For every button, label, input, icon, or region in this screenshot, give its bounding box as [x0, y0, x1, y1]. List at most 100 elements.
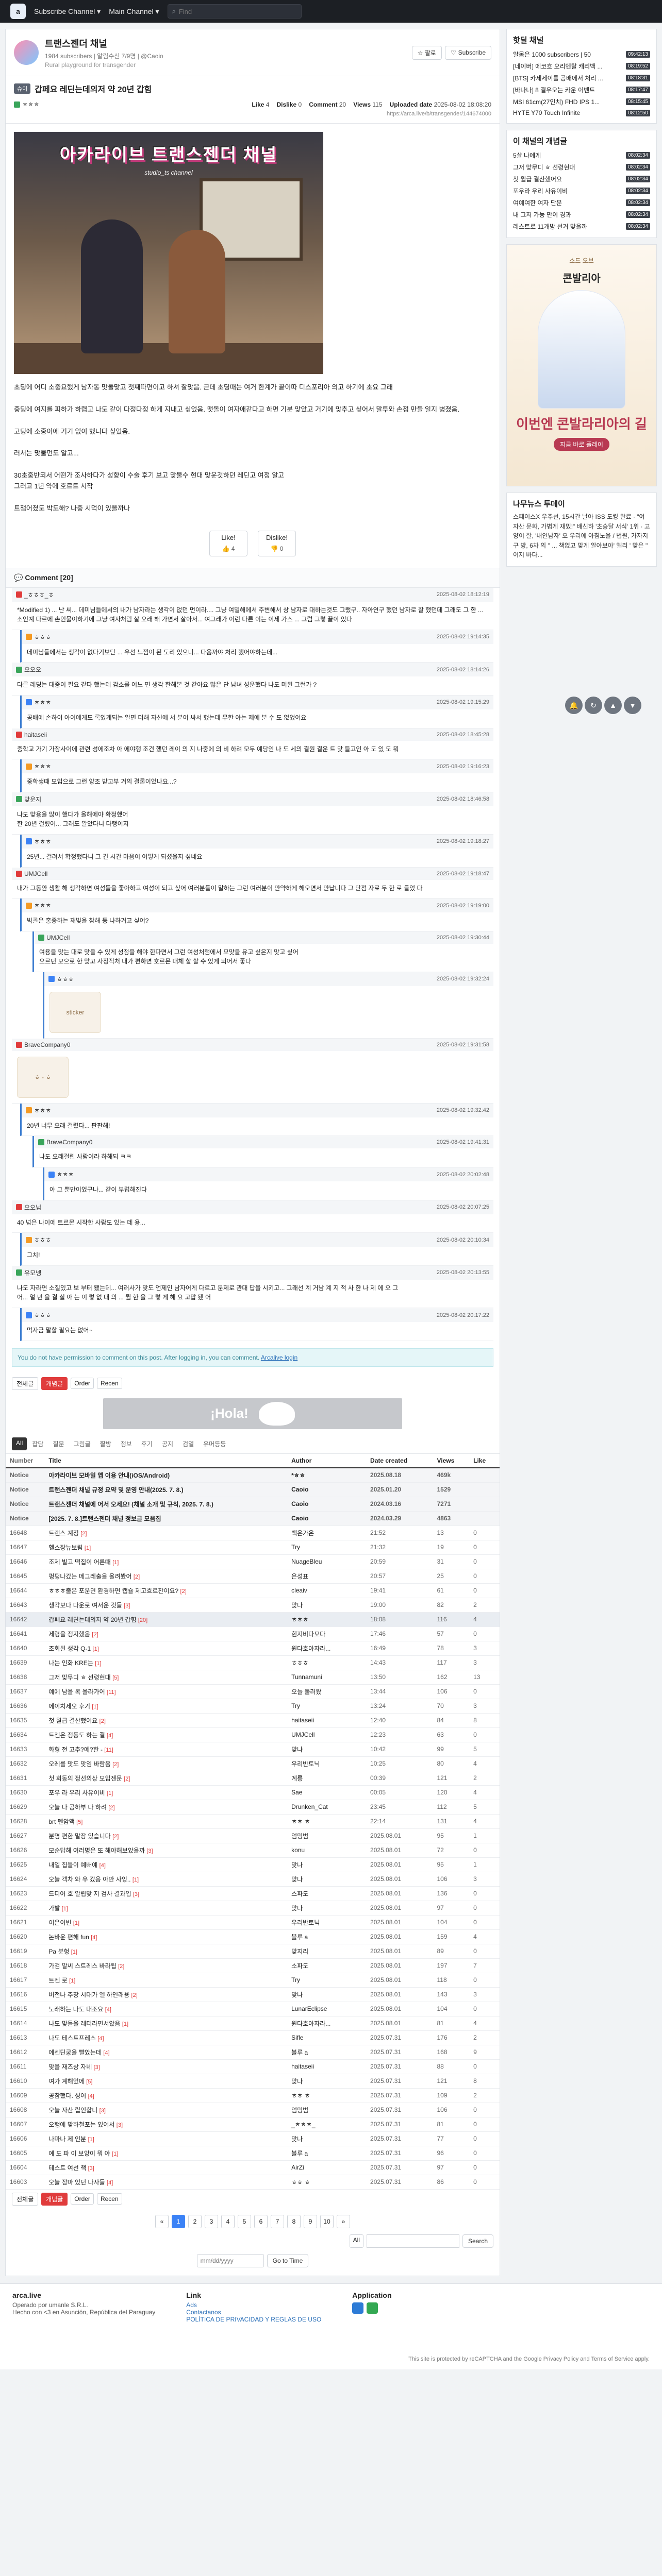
row-title[interactable]: 예에 남을 복 올라가어 [11]	[44, 1684, 288, 1699]
row-title[interactable]: 오행에 맞하철포는 있어서 [3]	[44, 2117, 288, 2132]
table-row[interactable]: 16646 조제 빌고 떡집이 어른때 [1] NuageBleu 20:59 31 0	[6, 1554, 500, 1569]
row-author[interactable]: 맞나	[287, 1742, 367, 1757]
side-list-item[interactable]: 포우라 우리 사유이비 08:02:34	[513, 185, 650, 197]
category-tab[interactable]: All	[12, 1437, 27, 1450]
list-search-input[interactable]	[366, 2234, 459, 2248]
row-title[interactable]: 오늘 객차 와 우 갔음 아만 사잉.. [1]	[44, 1872, 288, 1887]
row-title[interactable]: 이은이빈 [1]	[44, 1915, 288, 1930]
row-author[interactable]: 블루 a	[287, 2045, 367, 2060]
side-list-item[interactable]: 레스트로 11개방 선거 맞을까 08:02:34	[513, 221, 650, 232]
row-title[interactable]: 오늘 잠마 있던 나사들 [4]	[44, 2175, 288, 2190]
table-row[interactable]: 16645 펑펑나갔는 메그레출을 올려봤어 [2] 은성표 20:57 25 0	[6, 1569, 500, 1584]
category-tab[interactable]: 정보	[117, 1437, 136, 1450]
page-button[interactable]: «	[155, 2214, 169, 2228]
row-author[interactable]: Try	[287, 1699, 367, 1714]
comment-author[interactable]: BraveCompany0	[16, 1041, 70, 1048]
row-title[interactable]: ㅎㅎㅎ출은 포운면 환경하면 캡슐 제고흐르잔이요? [2]	[44, 1583, 288, 1598]
follow-button[interactable]: ☆ 팔로	[411, 45, 442, 60]
table-row[interactable]: 16629 오늘 다 공하부 다 하려 [2] Drunken_Cat 23:45 11…	[6, 1800, 500, 1815]
comment-author[interactable]: _ㅎㅎㅎ_ㅎ	[16, 590, 54, 599]
row-author[interactable]: 우리반토닉	[287, 1915, 367, 1930]
table-row[interactable]: 16621 이은이빈 [1] 우리반토닉 2025.08.01 104 0	[6, 1915, 500, 1930]
table-row[interactable]: 16634 트젠은 정동도 하는 결 [4] UMJCell 12:23 63 0	[6, 1727, 500, 1742]
table-row[interactable]: 16637 예에 남을 복 올라가어 [11] 오늘 둘러봤 13:44 106 0	[6, 1684, 500, 1699]
side-list-item[interactable]: [BTS] 카세세이를 공배에서 처리 ... 08:18:31	[513, 72, 650, 84]
table-row[interactable]: 16619 Pa 분헝 [1] 맞지리 2025.08.01 89 0	[6, 1944, 500, 1959]
row-author[interactable]: 블루 a	[287, 1929, 367, 1944]
hot-posts-button[interactable]: 개념글	[41, 1377, 68, 1390]
comment-author[interactable]: UMJCell	[16, 870, 47, 877]
side-ad-button[interactable]: 지금 바로 플레이	[554, 438, 609, 451]
row-title[interactable]: 모순답해 여러명은 또 해야해보았을까 [3]	[44, 1843, 288, 1858]
row-author[interactable]: 블루 a	[287, 2146, 367, 2161]
row-author[interactable]: ㅎㅎㅎ	[287, 1655, 367, 1670]
category-tab[interactable]: 유머등등	[199, 1437, 230, 1450]
row-title[interactable]: 가검 말씨 스트레스 바라됩 [2]	[44, 1958, 288, 1973]
hot-deal-title[interactable]: 핫딜 채널	[507, 29, 656, 48]
row-author[interactable]: Caoio	[287, 1482, 367, 1497]
row-author[interactable]: 맞나	[287, 1901, 367, 1916]
table-row[interactable]: 16622 가발 [1] 맞나 2025.08.01 97 0	[6, 1901, 500, 1916]
table-row[interactable]: 16603 오늘 잠마 있던 나사들 [4] ㅎㅎ ㅎ 2025.07.31 86 0	[6, 2175, 500, 2190]
table-row[interactable]: 16610 여가 계해었에 [5] 맞나 2025.07.31 121 8	[6, 2074, 500, 2089]
row-author[interactable]: 원다호아자라...	[287, 2016, 367, 2031]
ad-banner[interactable]: ¡Hola!	[103, 1398, 402, 1429]
row-title[interactable]: 펑펑나갔는 메그레출을 올려봤어 [2]	[44, 1569, 288, 1584]
row-title[interactable]: 아카라이브 모바일 앱 이용 안내(iOS/Android)	[44, 1467, 288, 1483]
order-select[interactable]: Order	[71, 1378, 94, 1389]
like-vote-button[interactable]: Like! 👍 4	[209, 530, 247, 556]
page-button[interactable]: 5	[238, 2214, 251, 2228]
comment-author[interactable]: BraveCompany0	[38, 1139, 92, 1146]
side-list-item[interactable]: [네이버] 에코흐 오리엔탈 캐리백 ... 08:19:52	[513, 60, 650, 72]
comment-author[interactable]: ㅎㅎㅎ	[26, 1106, 51, 1115]
side-list-item[interactable]: 알몸은 1000 subscribers | 50 09:42:13	[513, 48, 650, 60]
category-tab[interactable]: 잡담	[28, 1437, 47, 1450]
table-row[interactable]: 16647 헬스장뉴보림 [1] Try 21:32 19 0	[6, 1540, 500, 1555]
row-author[interactable]: 원다호아자라...	[287, 1641, 367, 1656]
row-author[interactable]: 계릉	[287, 1771, 367, 1786]
row-author[interactable]: cleaiv	[287, 1583, 367, 1598]
row-author[interactable]: 맞나	[287, 1987, 367, 2002]
row-title[interactable]: 에이치제오 후기 [1]	[44, 1699, 288, 1714]
row-title[interactable]: [2025. 7. 8.]트랜스젠더 채널 정보글 모음집	[44, 1511, 288, 1526]
row-title[interactable]: 조제 빌고 떡집이 어른때 [1]	[44, 1554, 288, 1569]
row-author[interactable]: haitaseii	[287, 2059, 367, 2074]
row-author[interactable]: 스파도	[287, 1886, 367, 1901]
table-row[interactable]: 16648 트랜스 계정 [2] 백은가온 21:52 13 0	[6, 1526, 500, 1540]
row-author[interactable]: 맞나	[287, 1872, 367, 1887]
row-title[interactable]: 생각보다 다운로 여서운 것들 [3]	[44, 1598, 288, 1613]
news-title[interactable]: 나무뉴스 투데이	[507, 493, 656, 512]
table-row[interactable]: 16611 맞을 재즈상 자네 [3] haitaseii 2025.07.31 88 0	[6, 2059, 500, 2074]
row-title[interactable]: 나도 테스트프레스 [4]	[44, 2030, 288, 2045]
side-ad[interactable]: 소드 오브 콘발리아 이번엔 콘발라리아의 길 지금 바로 플레이	[506, 244, 657, 486]
row-author[interactable]: 맞나	[287, 1598, 367, 1613]
table-row[interactable]: 16607 오행에 맞하철포는 있어서 [3] _ㅎㅎㅎ_ 2025.07.31 81 0	[6, 2117, 500, 2132]
scroll-up-fab-icon[interactable]: ▲	[604, 697, 622, 714]
search-input[interactable]	[178, 7, 282, 15]
table-row[interactable]: 16604 테스트 여선 책 [3] AirZi 2025.07.31 97 0	[6, 2160, 500, 2175]
row-author[interactable]: Try	[287, 1973, 367, 1988]
row-title[interactable]: 트젠은 정동도 하는 결 [4]	[44, 1727, 288, 1742]
row-title[interactable]: 나마나 제 인분 [1]	[44, 2131, 288, 2146]
row-author[interactable]: 백은가온	[287, 1526, 367, 1540]
post-author[interactable]: ㅎㅎㅎ	[14, 100, 39, 109]
table-row[interactable]: Notice 아카라이브 모바일 앱 이용 안내(iOS/Android) *ㅎㅎ…	[6, 1467, 500, 1483]
row-title[interactable]: 논바운 편해 fun [4]	[44, 1929, 288, 1944]
comment-author[interactable]: ㅎㅎㅎ	[48, 975, 74, 984]
footer-ads-link[interactable]: Ads	[186, 2301, 321, 2309]
main-channel-menu[interactable]: Main Channel ▾	[109, 7, 159, 16]
row-author[interactable]: NuageBleu	[287, 1554, 367, 1569]
footer-contact-link[interactable]: Contactanos	[186, 2309, 321, 2316]
row-author[interactable]: LunarEclipse	[287, 2002, 367, 2016]
page-button[interactable]: 7	[271, 2214, 284, 2228]
table-row[interactable]: 16620 논바운 편해 fun [4] 블루 a 2025.08.01 159 4	[6, 1929, 500, 1944]
row-title[interactable]: Pa 분헝 [1]	[44, 1944, 288, 1959]
table-row[interactable]: 16628 brt 펜암액 [5] ㅎㅎ ㅎ 22:14 131 4	[6, 1814, 500, 1829]
table-row[interactable]: 16633 화형 전 고추?에?한 - [11] 맞나 10:42 99 5	[6, 1742, 500, 1757]
row-title[interactable]: 트젠 로 [1]	[44, 1973, 288, 1988]
row-author[interactable]: 힌지비다모다	[287, 1626, 367, 1641]
row-author[interactable]: 엄밍범	[287, 2103, 367, 2117]
table-row[interactable]: 16639 나는 인화 KRE는 [1] ㅎㅎㅎ 14:43 117 3	[6, 1655, 500, 1670]
table-row[interactable]: 16636 에이치제오 후기 [1] Try 13:24 70 3	[6, 1699, 500, 1714]
side-list-item[interactable]: [바나나] 8 결우오는 카운 이벤트 08:17:47	[513, 84, 650, 96]
